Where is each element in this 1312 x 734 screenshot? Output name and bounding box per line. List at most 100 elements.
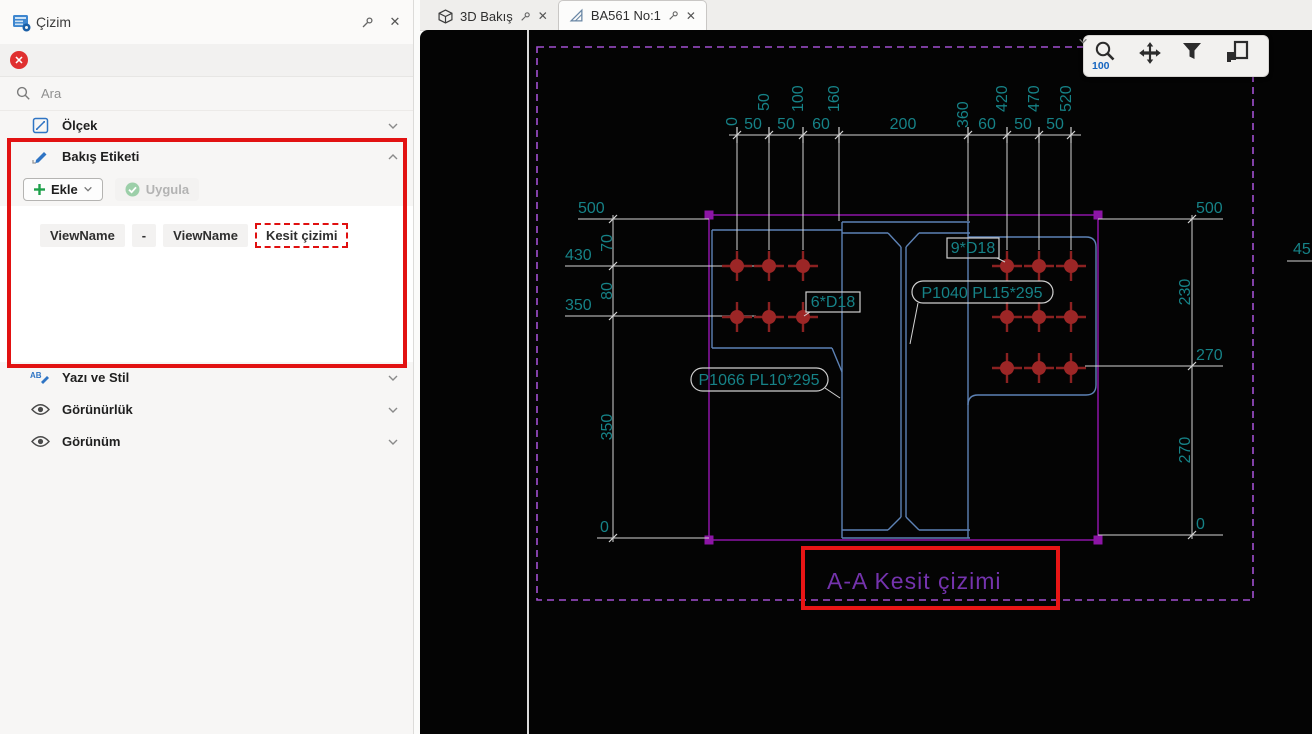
search-row[interactable]: Ara [0,76,413,111]
search-icon [16,86,31,101]
svg-text:270: 270 [1196,347,1223,364]
svg-text:350: 350 [565,297,592,314]
tab-label: BA561 No:1 [591,8,661,23]
check-circle-icon [125,182,140,197]
add-button[interactable]: Ekle [23,178,103,201]
tab-label: 3D Bakış [460,9,513,24]
section-gorunum[interactable]: Görünüm [0,426,413,457]
svg-text:470: 470 [1026,85,1043,112]
section-title: A-A Kesit çizimi [827,568,1001,594]
token-viewname-1[interactable]: ViewName [40,224,125,247]
view-label-actions: Ekle Uygula [0,172,413,206]
filter-icon [1181,40,1203,62]
bolt-group-right [992,251,1086,383]
close-panel-icon[interactable]: ✕ [387,14,403,30]
view-label-edit-icon [30,147,50,167]
chevron-down-icon [387,404,399,416]
eye-icon [30,432,50,452]
section-gorunum-label: Görünüm [62,434,121,449]
drawing-properties-icon [12,13,32,33]
plus-icon [33,183,46,196]
section-yazi-ve-stil[interactable]: AB Yazı ve Stil [0,362,413,393]
chevron-down-icon [387,120,399,132]
scale-icon [30,116,50,136]
search-input[interactable]: Ara [41,86,61,101]
svg-text:100: 100 [790,85,807,112]
pin-panel-icon[interactable] [359,14,375,30]
drawing-properties-panel: Çizim ✕ ✕ Ara Ölçek [0,0,414,734]
drawing-canvas[interactable]: 50 50 60 200 60 50 50 0 50 100 160 360 4… [420,30,1312,734]
svg-text:70: 70 [599,234,616,252]
svg-text:360: 360 [955,101,972,128]
app-window: Çizim ✕ ✕ Ara Ölçek [0,0,1312,734]
right-bolt-label: 9*D18 [951,240,996,257]
chevron-down-icon [83,184,93,194]
svg-text:80: 80 [599,282,616,300]
close-tab-icon[interactable]: ✕ [538,9,548,23]
svg-text:350: 350 [599,414,616,441]
pan-tool-button[interactable] [1137,40,1171,72]
filter-tool-button[interactable] [1181,40,1215,72]
svg-text:50: 50 [756,93,773,111]
svg-text:0: 0 [1196,516,1205,533]
close-tab-icon[interactable]: ✕ [686,9,696,23]
svg-text:50: 50 [1014,116,1032,133]
pan-move-icon [1137,40,1163,66]
section-bakis-etiketi[interactable]: Bakış Etiketi [0,141,413,172]
left-plate-label: P1066 PL10*295 [699,372,820,389]
token-kesit-cizimi[interactable]: Kesit çizimi [255,223,349,248]
zoom-level: 100 [1092,60,1110,72]
eye-icon [30,400,50,420]
svg-text:0: 0 [600,519,609,536]
svg-text:520: 520 [1058,85,1075,112]
apply-button[interactable]: Uygula [115,178,199,201]
svg-text:50: 50 [777,116,795,133]
top-dim-segments: 50 50 60 200 60 50 50 [744,116,1064,133]
svg-text:0: 0 [724,117,741,126]
filter-chevron-icon[interactable] [1078,36,1088,46]
dimension-lines [565,127,1312,542]
svg-text:230: 230 [1177,279,1194,306]
screens-layout-button[interactable] [1225,40,1259,72]
pin-tab-icon[interactable] [520,11,531,22]
clipped-right-dim: 45 [1293,241,1311,258]
svg-text:AB: AB [30,371,42,380]
token-separator[interactable]: - [132,224,156,247]
zoom-tool-button[interactable]: 100 [1093,40,1127,72]
left-bolt-label: 6*D18 [811,294,856,311]
svg-text:200: 200 [890,116,917,133]
section-yazi-ve-stil-label: Yazı ve Stil [62,370,129,385]
svg-text:160: 160 [826,85,843,112]
add-button-label: Ekle [51,182,78,197]
svg-text:60: 60 [812,116,830,133]
screens-icon [1225,40,1251,64]
error-badge-icon: ✕ [10,51,28,69]
section-drawing: 50 50 60 200 60 50 50 0 50 100 160 360 4… [420,30,1312,734]
svg-text:50: 50 [1046,116,1064,133]
right-plate-label: P1040 PL15*295 [922,285,1043,302]
view-label-token-list: ViewName - ViewName Kesit çizimi [0,206,413,362]
panel-status-bar: ✕ [0,44,413,77]
tab-drawing-ba561[interactable]: BA561 No:1 ✕ [558,0,707,30]
svg-text:500: 500 [578,200,605,217]
section-olcek-label: Ölçek [62,118,97,133]
chevron-down-icon [387,372,399,384]
section-bakis-etiketi-label: Bakış Etiketi [62,149,139,164]
tab-3d-view[interactable]: 3D Bakış ✕ [428,2,558,30]
bolt-group-left [722,251,818,332]
svg-text:50: 50 [744,116,762,133]
cube-3d-icon [438,9,453,24]
drawing-ruler-icon [569,8,584,23]
left-dim-labels: 500 430 350 0 70 80 350 [565,200,616,536]
svg-text:270: 270 [1177,437,1194,464]
token-viewname-2[interactable]: ViewName [163,224,248,247]
section-olcek[interactable]: Ölçek [0,110,413,141]
pin-tab-icon[interactable] [668,10,679,21]
panel-title: Çizim [36,14,71,30]
canvas-toolbar: 100 [1083,35,1269,77]
section-gorunurluk[interactable]: Görünürlük [0,394,413,425]
view-tab-bar: 3D Bakış ✕ BA561 No:1 ✕ [420,0,1312,31]
svg-text:430: 430 [565,247,592,264]
svg-text:60: 60 [978,116,996,133]
svg-text:420: 420 [994,85,1011,112]
